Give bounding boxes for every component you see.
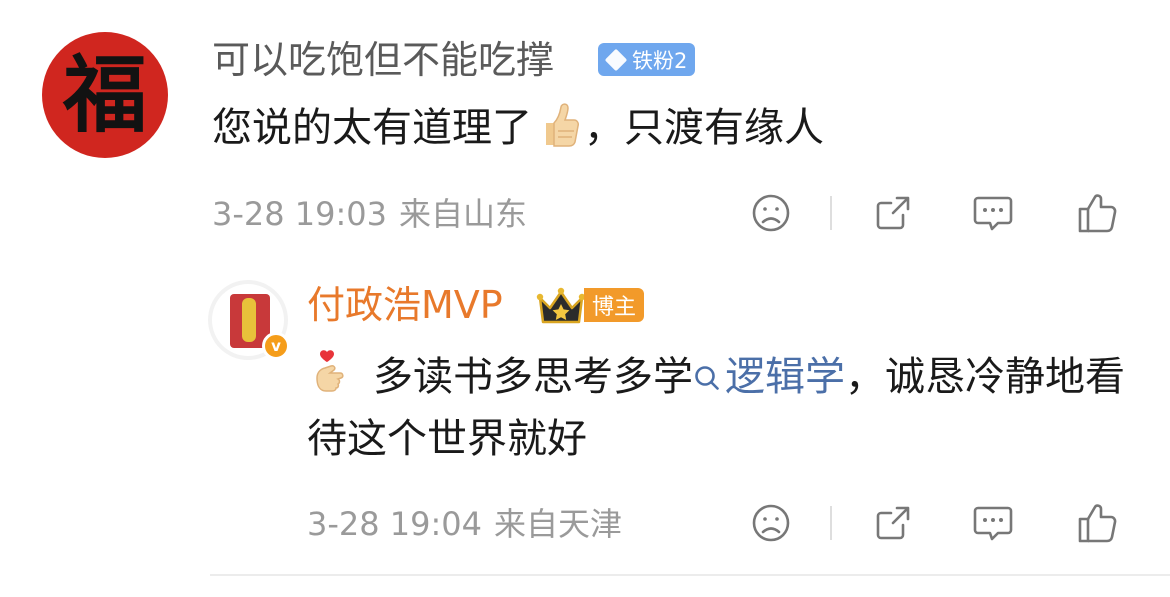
search-icon (695, 366, 719, 390)
share-icon[interactable] (872, 192, 914, 234)
sad-face-icon[interactable] (750, 502, 792, 544)
host-badge: 博主 (584, 288, 645, 322)
like-icon[interactable] (1076, 192, 1118, 234)
comment-actions (750, 192, 1118, 234)
comment-text: 您说的太有道理了 ，只渡有缘人 (212, 100, 824, 156)
sad-face-icon[interactable] (750, 192, 792, 234)
share-icon[interactable] (872, 502, 914, 544)
reply-username[interactable]: 付政浩MVP (307, 282, 503, 328)
comment-text-main: 您说的太有道理了 (212, 105, 532, 151)
comment-icon[interactable] (972, 502, 1014, 544)
comment-icon[interactable] (972, 192, 1014, 234)
like-icon[interactable] (1076, 502, 1118, 544)
fan-badge[interactable]: 铁粉2 (598, 43, 696, 76)
action-divider (830, 506, 832, 540)
comment-meta: 3-28 19:03 来自山东 (212, 194, 527, 234)
diamond-icon (604, 48, 628, 72)
reply-avatar[interactable]: v (208, 280, 290, 360)
reply-text: 多读书多思考多学 逻辑学，诚恳冷静地看待这个世界就好 (307, 346, 1127, 470)
reply-meta: 3-28 19:04 来自天津 (307, 504, 622, 544)
topic-label: 逻辑学 (725, 354, 845, 400)
reply-text-lead: 多读书多思考多学 (373, 354, 693, 400)
thumbs-up-emoji-icon (546, 103, 579, 147)
divider (210, 574, 1170, 576)
action-divider (830, 196, 832, 230)
comment-date: 3-28 19:03 (212, 195, 388, 233)
comment-location: 来自山东 (399, 195, 528, 233)
comment-username[interactable]: 可以吃饱但不能吃撑 (212, 37, 554, 83)
avatar-glyph: 福 (62, 45, 147, 144)
finger-heart-emoji-icon (316, 350, 344, 392)
avatar[interactable]: 福 (42, 32, 168, 158)
fan-badge-label: 铁粉2 (632, 48, 688, 73)
reply-location: 来自天津 (494, 505, 623, 543)
topic-link[interactable]: 逻辑学 (693, 354, 845, 400)
reply-actions (750, 502, 1118, 544)
crown-icon (536, 287, 586, 324)
verified-badge-icon: v (262, 332, 290, 360)
comment-text-tail: ，只渡有缘人 (584, 105, 824, 151)
reply-date: 3-28 19:04 (307, 505, 483, 543)
